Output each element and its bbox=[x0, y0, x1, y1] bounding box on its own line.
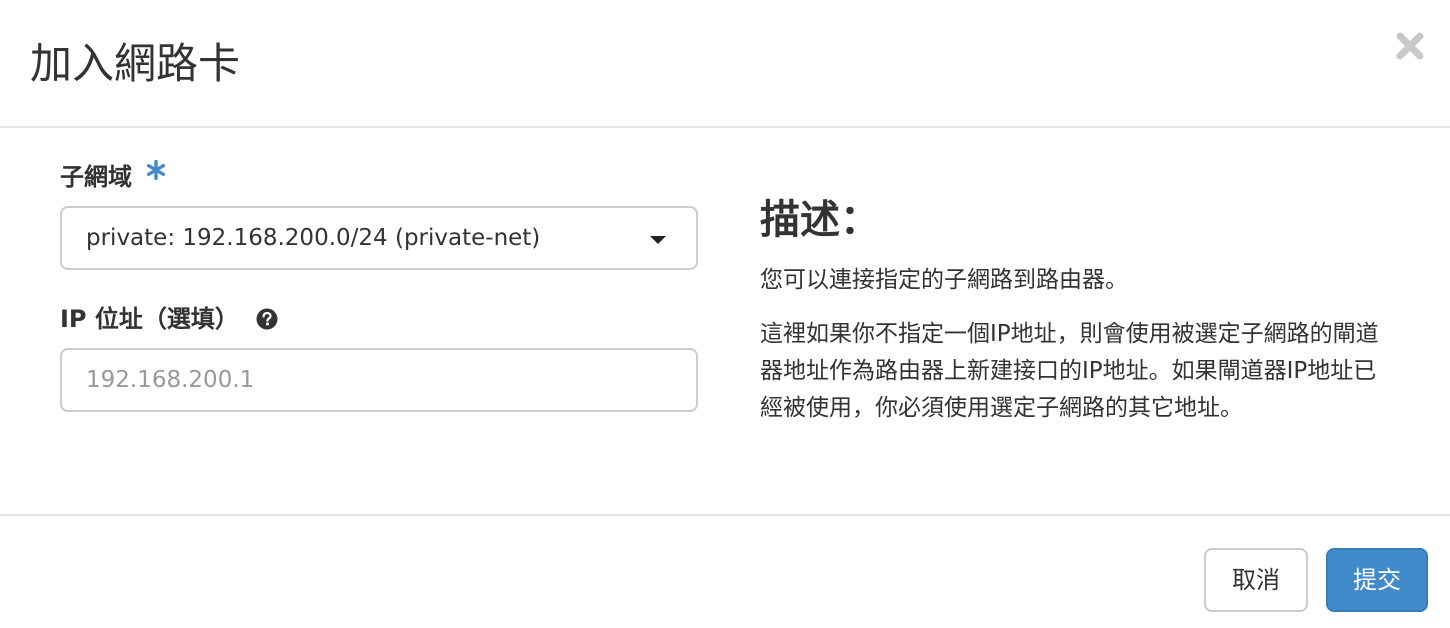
close-icon bbox=[1396, 32, 1424, 60]
subnet-select[interactable]: private: 192.168.200.0/24 (private-net) bbox=[60, 206, 698, 270]
asterisk-icon bbox=[146, 160, 166, 180]
cancel-button[interactable]: 取消 bbox=[1204, 548, 1308, 612]
modal-title: 加入網路卡 bbox=[30, 39, 241, 88]
ip-address-label: IP 位址（選填） bbox=[60, 305, 239, 333]
close-button[interactable] bbox=[1392, 28, 1428, 64]
modal-body: 子網域 private: 192.168.200.0/24 (private-n… bbox=[0, 130, 1450, 514]
description-title: 描述： bbox=[760, 197, 880, 243]
ip-address-input[interactable] bbox=[60, 348, 698, 412]
question-circle-icon[interactable] bbox=[256, 308, 278, 330]
submit-button[interactable]: 提交 bbox=[1326, 548, 1428, 612]
modal-header: 加入網路卡 bbox=[0, 0, 1450, 128]
subnet-label: 子網域 bbox=[60, 163, 132, 191]
subnet-select-value: private: 192.168.200.0/24 (private-net) bbox=[86, 225, 541, 251]
caret-down-icon bbox=[650, 236, 666, 244]
description-paragraph: 這裡如果你不指定一個IP地址，則會使用被選定子網路的閘道器地址作為路由器上新建接… bbox=[760, 321, 1379, 421]
description-paragraph: 您可以連接指定的子網路到路由器。 bbox=[760, 267, 1128, 293]
modal-footer: 取消 提交 bbox=[0, 514, 1450, 628]
